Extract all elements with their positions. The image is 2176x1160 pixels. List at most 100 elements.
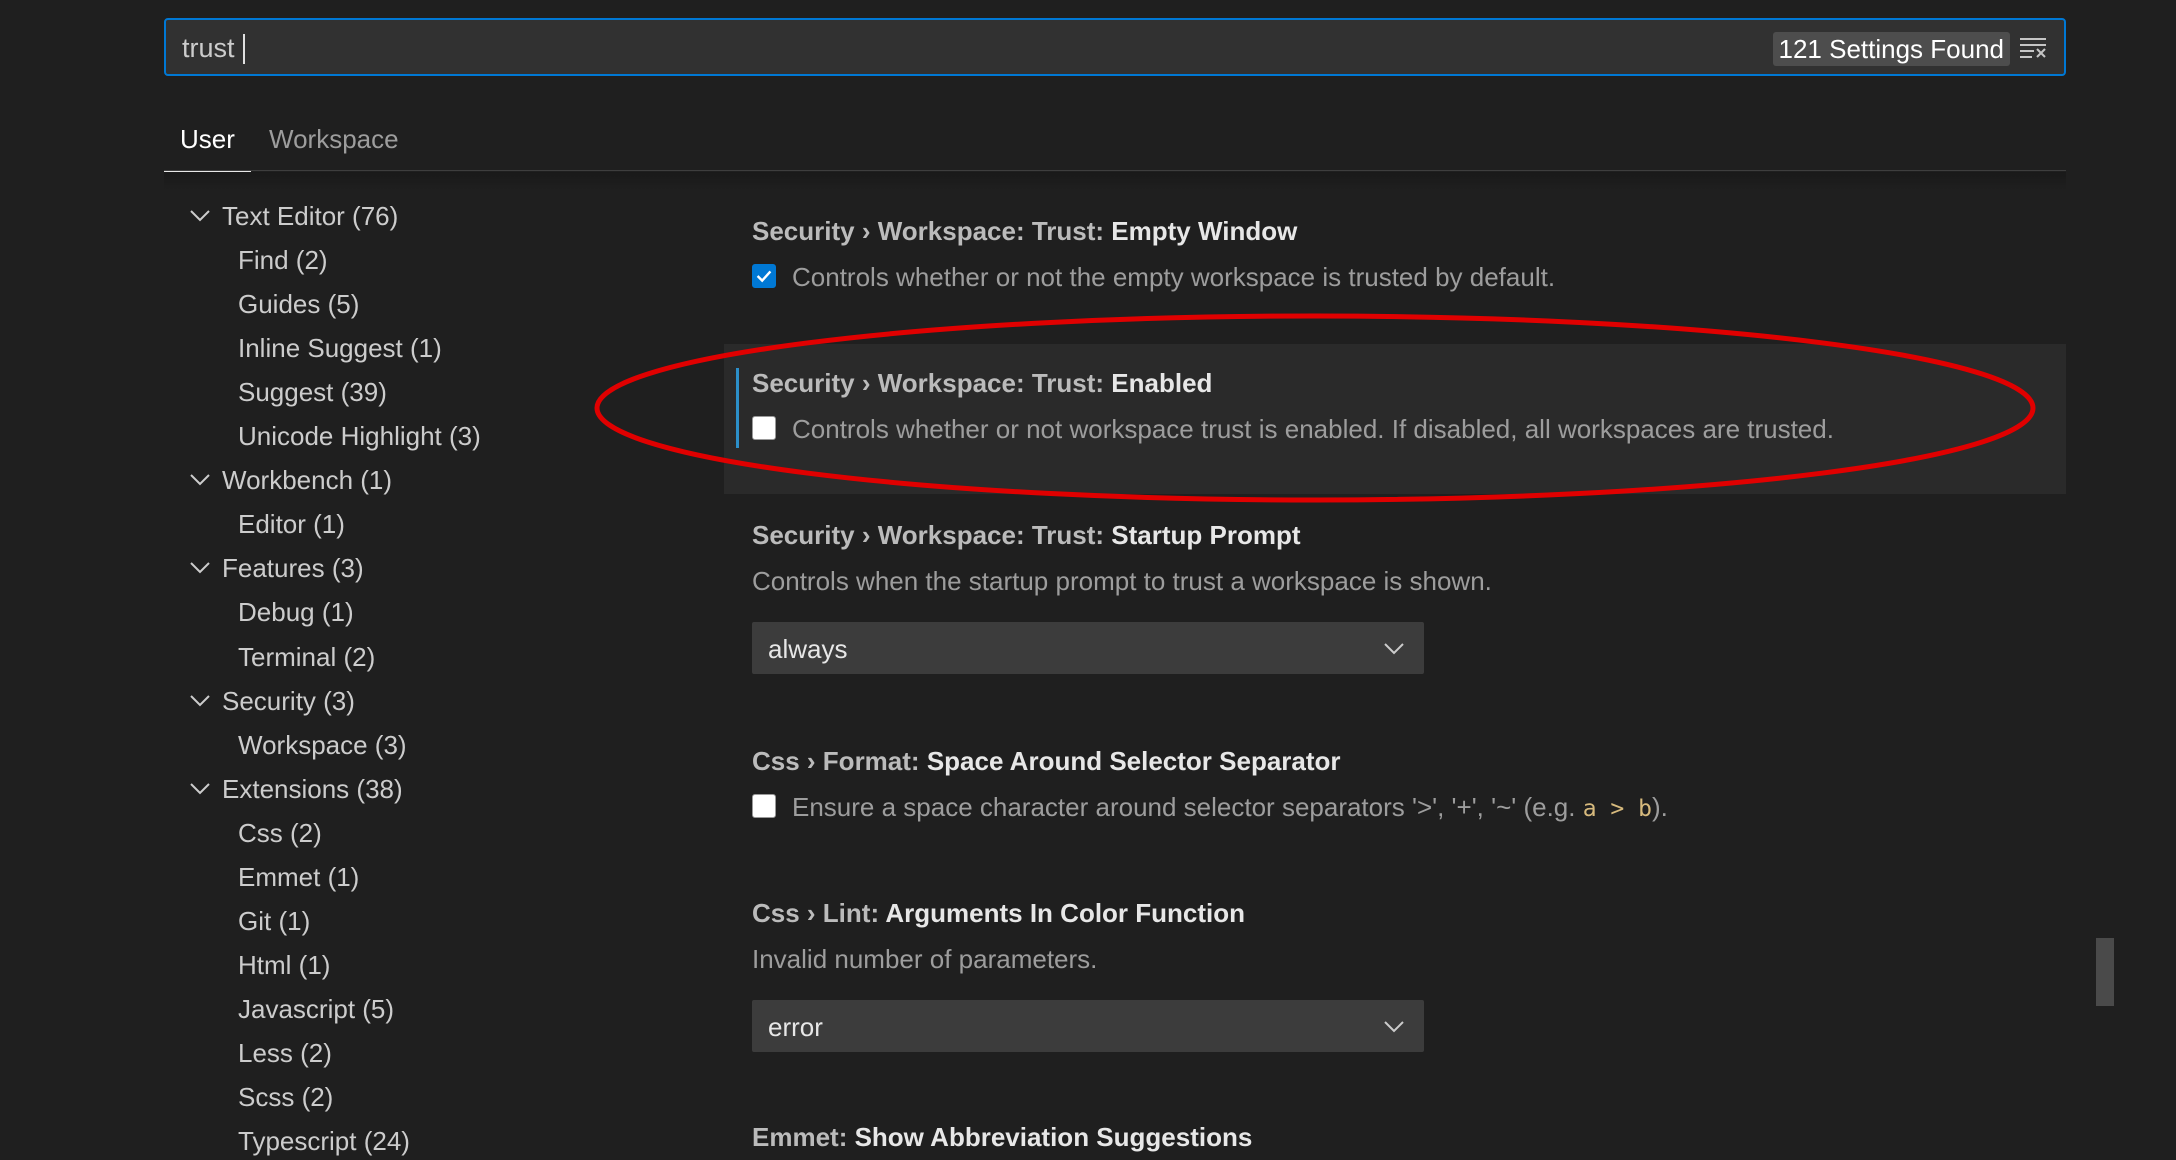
setting-category: Security › Workspace: Trust: [752,216,1112,246]
setting-name: Arguments In Color Function [885,898,1246,928]
toc-item[interactable]: Terminal (2) [238,637,375,677]
toc-group[interactable]: Text Editor (76) [190,196,399,236]
setting-css-space-around-selector: Css › Format: Space Around Selector Sepa… [724,730,2066,860]
toc-label: Features (3) [222,553,364,584]
toc-label: Terminal (2) [238,641,376,672]
setting-category: Css › Format: [752,746,927,776]
toc-label: Find (2) [238,245,328,276]
setting-title: Security › Workspace: Trust: Empty Windo… [752,216,1297,247]
setting-name: Empty Window [1111,216,1298,246]
empty-window-checkbox[interactable] [752,264,776,288]
toc-item[interactable]: Emmet (1) [238,857,359,897]
toc-item[interactable]: Editor (1) [238,504,345,544]
setting-workspace-trust-empty-window: Security › Workspace: Trust: Empty Windo… [724,200,2066,330]
settings-search-box[interactable]: 121 Settings Found [164,18,2066,76]
toc-item[interactable]: Suggest (39) [238,372,387,412]
toc-item[interactable]: Debug (1) [238,592,354,632]
chevron-down-icon [190,474,210,486]
toc-label: Unicode Highlight (3) [238,421,481,452]
dropdown-value: error [768,1012,823,1042]
setting-title: Security › Workspace: Trust: Enabled [752,368,1212,399]
arguments-color-dropdown[interactable]: error [752,1000,1424,1052]
tab-workspace[interactable]: Workspace [269,124,399,172]
toc-group[interactable]: Security (3) [190,681,355,721]
toc-label: Security (3) [222,685,355,716]
setting-description: Ensure a space character around selector… [792,792,1668,823]
tabs-divider [164,170,2066,171]
workspace-trust-enabled-checkbox[interactable] [752,416,776,440]
setting-css-lint-arguments-color: Css › Lint: Arguments In Color Function … [724,882,2066,1072]
setting-title: Security › Workspace: Trust: Startup Pro… [752,520,1301,551]
setting-title: Css › Lint: Arguments In Color Function [752,898,1245,929]
setting-description: Invalid number of parameters. [752,944,1098,974]
toc-item[interactable]: Scss (2) [238,1077,333,1117]
toc-label: Typescript (24) [238,1126,410,1157]
toc-label: Text Editor (76) [222,201,399,231]
chevron-down-icon [190,562,210,574]
inline-code: a > b [1582,796,1652,822]
toc-item[interactable]: Guides (5) [238,284,359,324]
setting-category: Emmet: [752,1122,855,1152]
scrollbar-thumb[interactable] [2096,938,2114,1006]
space-around-selector-checkbox[interactable] [752,794,776,818]
toc-label: Extensions (38) [222,773,403,804]
toc-item[interactable]: Typescript (24) [238,1121,410,1160]
toc-item[interactable]: Css (2) [238,813,322,853]
setting-category: Security › Workspace: Trust: [752,520,1112,550]
chevron-down-icon [1384,1021,1404,1033]
toc-item[interactable]: Javascript (5) [238,989,394,1029]
toc-label: Workbench (1) [222,465,393,496]
tab-user[interactable]: User [164,124,251,172]
chevron-down-icon [190,210,210,222]
toc-label: Guides (5) [238,289,360,320]
toc-label: Javascript (5) [238,993,395,1024]
setting-name: Startup Prompt [1111,520,1301,550]
toc-label: Less (2) [238,1037,332,1068]
check-icon [756,270,772,283]
chevron-down-icon [190,694,210,706]
toc-item[interactable]: Inline Suggest (1) [238,328,442,368]
setting-description: Controls when the startup prompt to trus… [752,566,1492,596]
setting-category: Css › Lint: [752,898,886,928]
toc-label: Debug (1) [238,597,354,628]
search-input[interactable] [182,30,1782,66]
results-count-badge: 121 Settings Found [1772,32,2010,66]
toc-item[interactable]: Find (2) [238,240,328,280]
setting-workspace-trust-enabled: Security › Workspace: Trust: Enabled Con… [724,344,2066,494]
toc-label: Html (1) [238,949,331,980]
setting-description: Controls whether or not workspace trust … [792,414,1834,444]
scroll-shadow [164,172,2066,190]
setting-description: Controls whether or not the empty worksp… [792,262,1556,292]
settings-toc-tree: Text Editor (76) Find (2) Guides (5) Inline… [164,196,704,1160]
dropdown-value: always [768,634,848,664]
setting-name: Show Abbreviation Suggestions [854,1122,1253,1152]
toc-item[interactable]: Git (1) [238,901,310,941]
toc-group[interactable]: Features (3) [190,548,364,588]
toc-item[interactable]: Less (2) [238,1033,332,1073]
toc-label: Inline Suggest (1) [238,333,442,364]
toc-label: Emmet (1) [238,861,360,892]
clear-filter-icon[interactable] [2018,34,2048,62]
toc-group[interactable]: Workbench (1) [190,460,393,500]
setting-name: Enabled [1111,368,1213,398]
chevron-down-icon [1384,643,1404,655]
text-caret [243,34,245,64]
toc-group[interactable]: Extensions (38) [190,769,403,809]
setting-workspace-trust-startup-prompt: Security › Workspace: Trust: Startup Pro… [724,504,2066,694]
toc-item[interactable]: Unicode Highlight (3) [238,416,481,456]
toc-item[interactable]: Html (1) [238,945,330,985]
description-text: Ensure a space character around selector… [792,792,1583,822]
settings-scope-tabs: User Workspace [164,112,2066,172]
description-text-end: ). [1651,792,1668,822]
toc-label: Scss (2) [238,1082,334,1112]
settings-editor: 121 Settings Found User Workspace Text E… [0,0,2176,1160]
toc-label: Editor (1) [238,509,345,540]
setting-name: Space Around Selector Separator [926,746,1341,776]
setting-title: Emmet: Show Abbreviation Suggestions [752,1122,1252,1153]
chevron-down-icon [190,782,210,795]
toc-item[interactable]: Workspace (3) [238,725,407,765]
toc-label: Git (1) [238,905,311,936]
setting-title: Css › Format: Space Around Selector Sepa… [752,746,1341,777]
setting-category: Security › Workspace: Trust: [752,368,1112,398]
startup-prompt-dropdown[interactable]: always [752,622,1424,674]
